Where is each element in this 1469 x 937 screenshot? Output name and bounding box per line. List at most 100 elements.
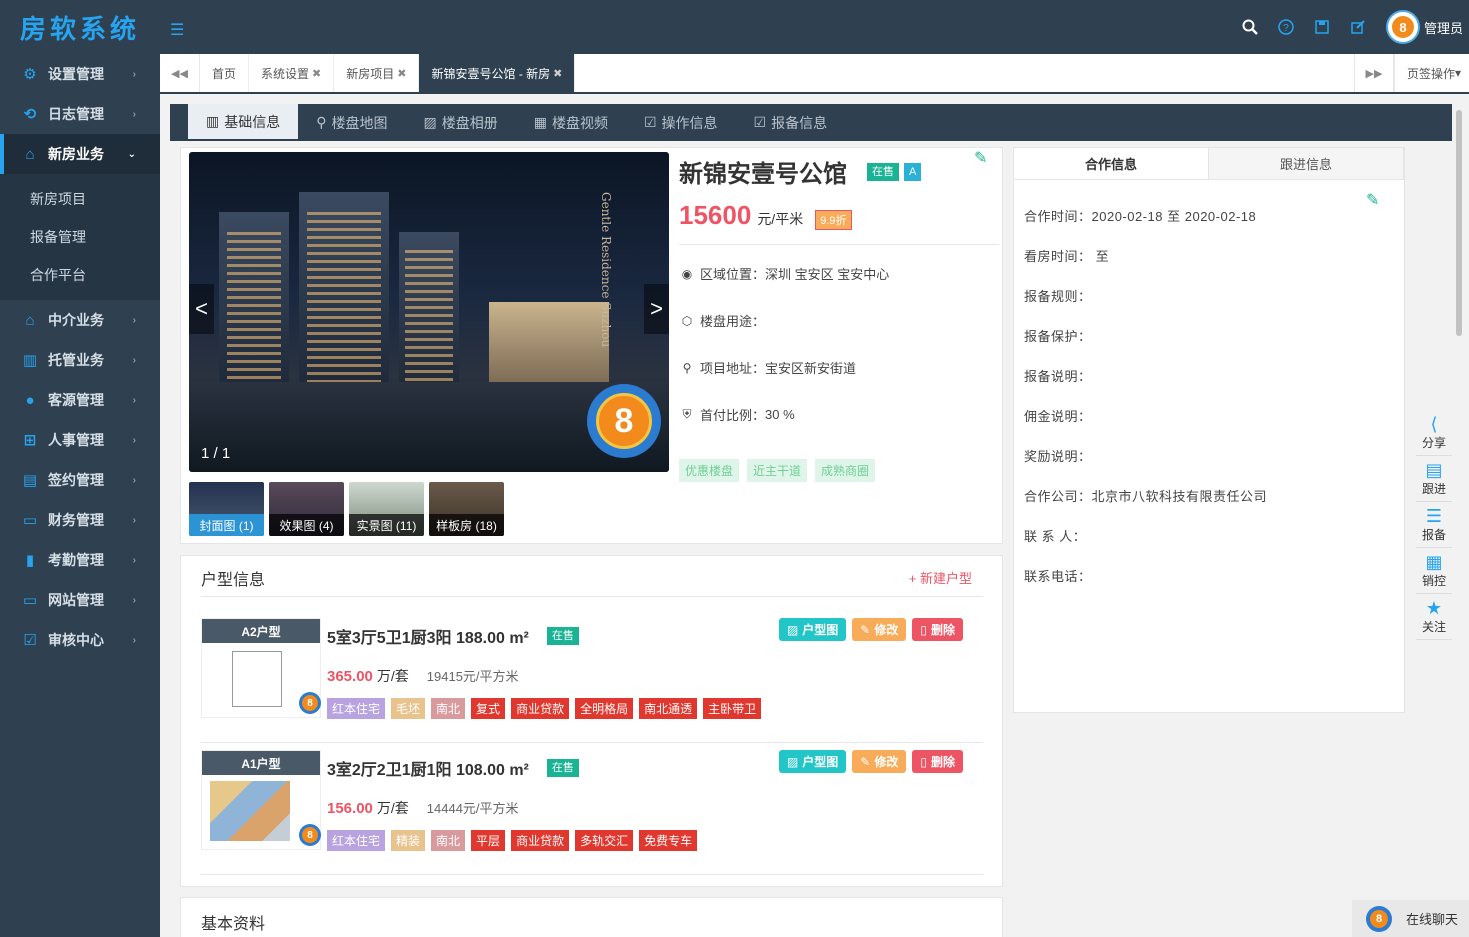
sidebar-item-attendance[interactable]: ▮ 考勤管理 › xyxy=(0,540,160,580)
sidebar-item-logs[interactable]: ⟲ 日志管理 › xyxy=(0,94,160,134)
avatar: 8 xyxy=(1385,10,1420,44)
sidebar-item-label: 签约管理 xyxy=(48,472,104,488)
sidebar-item-label: 客源管理 xyxy=(48,392,104,408)
thumbnail-showroom[interactable]: 样板房 (18) xyxy=(429,482,504,536)
sales-control-button[interactable]: ▦ 销控 xyxy=(1416,548,1452,594)
image-icon: ▨ xyxy=(423,114,437,130)
thumbnail-renderings[interactable]: 效果图 (4) xyxy=(269,482,344,536)
tab-operations[interactable]: ☑ 操作信息 xyxy=(626,104,736,141)
save-icon[interactable] xyxy=(1304,9,1340,45)
tab-system-settings[interactable]: 系统设置 ✖ xyxy=(249,54,335,92)
page-tab-bar: ◀◀ 首页 系统设置 ✖ 新房项目 ✖ 新锦安壹号公馆 - 新房 ✖ ▶▶ 页签操作 ▾ xyxy=(160,54,1469,94)
coop-value: 北京市八软科技有限责任公司 xyxy=(1091,489,1268,504)
tab-project-detail[interactable]: 新锦安壹号公馆 - 新房 ✖ xyxy=(419,54,576,92)
tab-label: 楼盘相册 xyxy=(441,114,498,131)
tab-scroll-right-icon[interactable]: ▶▶ xyxy=(1353,54,1394,92)
share-icon: ⟨ xyxy=(1430,414,1438,434)
carousel-counter: 1 / 1 xyxy=(201,445,231,462)
app-logo[interactable]: 房软系统 xyxy=(0,0,160,54)
carousel-prev-icon[interactable]: < xyxy=(189,284,214,334)
tab-video[interactable]: ▦ 楼盘视频 xyxy=(516,104,626,141)
follow-button[interactable]: ★ 关注 xyxy=(1416,594,1452,640)
tab-map[interactable]: ⚲ 楼盘地图 xyxy=(298,104,405,141)
delete-button[interactable]: ▯ 删除 xyxy=(912,750,963,773)
sidebar-subitem-projects[interactable]: 新房项目 xyxy=(0,180,160,218)
sidebar-item-finance[interactable]: ▭ 财务管理 › xyxy=(0,500,160,540)
unit-tag: 平层 xyxy=(471,830,506,851)
floorplan-button[interactable]: ▨ 户型图 xyxy=(778,750,847,773)
hero-overlay-text: Gentle Residence Suzhou xyxy=(599,192,613,348)
chevron-right-icon: › xyxy=(132,68,136,80)
tab-label: 新锦安壹号公馆 - 新房 xyxy=(431,66,551,81)
help-icon[interactable]: ? xyxy=(1268,9,1304,45)
thumbnail-cover[interactable]: 封面图 (1) xyxy=(189,482,264,536)
coop-value: 2020-02-18 至 2020-02-18 xyxy=(1091,209,1257,224)
new-unit-button[interactable]: + 新建户型 xyxy=(909,568,972,587)
sidebar-item-review[interactable]: ☑ 审核中心 › xyxy=(0,620,160,660)
tab-cooperation[interactable]: 合作信息 xyxy=(1014,148,1209,179)
tab-label: 首页 xyxy=(212,66,237,81)
menu-toggle-icon[interactable]: ☰ xyxy=(170,20,184,40)
location-icon: ◉ xyxy=(681,266,693,281)
unit-price-unit: 万/套 xyxy=(376,800,409,816)
edit-project-icon[interactable]: ✎ xyxy=(974,148,987,168)
carousel-next-icon[interactable]: > xyxy=(644,284,669,334)
tab-new-projects[interactable]: 新房项目 ✖ xyxy=(334,54,420,92)
thumbnail-photos[interactable]: 实景图 (11) xyxy=(349,482,424,536)
report-button[interactable]: ☰ 报备 xyxy=(1416,502,1452,548)
project-price: 15600 xyxy=(679,200,752,230)
delete-button[interactable]: ▯ 删除 xyxy=(912,618,963,641)
tab-album[interactable]: ▨ 楼盘相册 xyxy=(406,104,516,141)
hero-image-carousel[interactable]: Gentle Residence Suzhou < > 1 / 1 8 xyxy=(189,152,669,472)
sidebar-subitem-platform[interactable]: 合作平台 xyxy=(0,256,160,294)
coop-label: 联 系 人： xyxy=(1024,529,1087,544)
sidebar-item-trust[interactable]: ▥ 托管业务 › xyxy=(0,340,160,380)
edit-cooperation-icon[interactable]: ✎ xyxy=(1366,190,1379,210)
close-icon[interactable]: ✖ xyxy=(312,67,321,80)
address-row: ⚲ 项目地址： 宝安区新安街道 xyxy=(679,358,856,377)
region-label: 区域位置： xyxy=(700,267,766,282)
sidebar-subitem-reports[interactable]: 报备管理 xyxy=(0,218,160,256)
coop-label: 看房时间： xyxy=(1024,249,1092,264)
cooperation-tabs: 合作信息 跟进信息 xyxy=(1014,148,1404,180)
window-lights xyxy=(307,212,381,392)
floorplan-button[interactable]: ▨ 户型图 xyxy=(778,618,847,641)
project-name: 新锦安壹号公馆 xyxy=(679,161,847,188)
sidebar-item-clients[interactable]: ● 客源管理 › xyxy=(0,380,160,420)
tab-basic-info[interactable]: ▥ 基础信息 xyxy=(188,104,299,141)
close-icon[interactable]: ✖ xyxy=(397,67,406,80)
house-icon: ⌂ xyxy=(25,311,35,329)
button-label: 删除 xyxy=(930,755,955,769)
close-icon[interactable]: ✖ xyxy=(553,67,562,80)
follow-up-button[interactable]: ▤ 跟进 xyxy=(1416,456,1452,502)
unit-tag: 全明格局 xyxy=(575,698,634,719)
sidebar-item-contracts[interactable]: ▤ 签约管理 › xyxy=(0,460,160,500)
tab-follow-up[interactable]: 跟进信息 xyxy=(1209,148,1404,179)
sidebar-item-agency[interactable]: ⌂ 中介业务 › xyxy=(0,300,160,340)
tab-scroll-left-icon[interactable]: ◀◀ xyxy=(160,54,200,92)
chevron-right-icon: › xyxy=(132,594,136,606)
unit-tag: 免费专车 xyxy=(639,830,698,851)
sidebar-item-settings[interactable]: ⚙ 设置管理 › xyxy=(0,54,160,94)
unit-tag: 红本住宅 xyxy=(327,830,386,851)
sidebar-item-new-house[interactable]: ⌂ 新房业务 ⌄ xyxy=(0,134,160,174)
search-icon[interactable] xyxy=(1232,9,1268,45)
share-button[interactable]: ⟨ 分享 xyxy=(1416,410,1452,456)
unit-total-price: 156.00 xyxy=(327,800,373,817)
edit-button[interactable]: ✎ 修改 xyxy=(852,618,907,641)
tab-label: 系统设置 xyxy=(261,66,310,81)
page-ops-dropdown[interactable]: 页签操作 ▾ xyxy=(1393,54,1469,92)
edit-button[interactable]: ✎ 修改 xyxy=(852,750,907,773)
admin-menu[interactable]: 8 管理员 xyxy=(1385,10,1463,44)
sidebar-item-website[interactable]: ▭ 网站管理 › xyxy=(0,580,160,620)
tab-label: 报备信息 xyxy=(771,114,828,131)
edit-icon[interactable] xyxy=(1340,9,1376,45)
divider xyxy=(201,874,983,875)
scrollbar-thumb[interactable] xyxy=(1456,110,1462,336)
tab-right-controls: ▶▶ 页签操作 ▾ xyxy=(1353,54,1469,92)
scrollbar[interactable] xyxy=(1455,104,1463,937)
tab-home[interactable]: 首页 xyxy=(200,54,250,92)
sidebar-item-hr[interactable]: ⊞ 人事管理 › xyxy=(0,420,160,460)
tab-reports[interactable]: ☑ 报备信息 xyxy=(736,104,846,141)
online-chat-button[interactable]: 8 在线聊天 xyxy=(1352,900,1469,937)
